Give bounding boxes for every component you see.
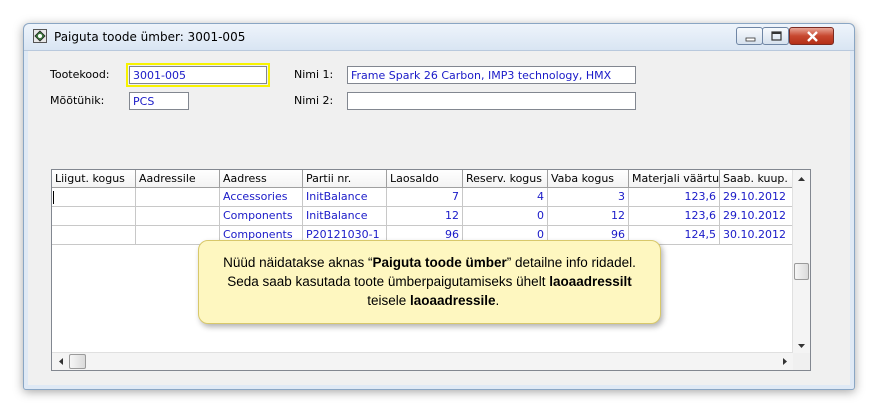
scroll-down-icon[interactable]	[793, 337, 810, 354]
kuup-cell: 29.10.2012	[720, 188, 794, 207]
vertical-scrollbar[interactable]	[792, 170, 810, 354]
col-partii-nr[interactable]: Partii nr.	[303, 170, 387, 188]
col-liigut-kogus[interactable]: Liigut. kogus	[52, 170, 136, 188]
nimi2-label: Nimi 2:	[294, 94, 334, 107]
minimize-icon	[745, 37, 756, 42]
horizontal-scroll-thumb[interactable]	[69, 354, 86, 369]
scroll-right-icon[interactable]	[776, 353, 793, 370]
col-materjali-vaartus[interactable]: Materjali väärtus	[629, 170, 720, 188]
vaartus-cell: 123,6	[629, 188, 720, 207]
col-vaba-kogus[interactable]: Vaba kogus	[548, 170, 629, 188]
title-bar[interactable]: Paiguta toode ümber: 3001-005	[24, 24, 854, 51]
callout-bold-source: laoaadressilt	[549, 274, 632, 289]
vertical-scroll-thumb[interactable]	[794, 263, 809, 280]
nimi2-field[interactable]	[347, 92, 636, 110]
table-row[interactable]: Accessories InitBalance 7 4 3 123,6 29.1…	[52, 188, 794, 207]
callout-bold-target: laoaadressile	[409, 293, 496, 308]
callout-bold-window-name: Paiguta toode ümber	[372, 255, 507, 270]
aadress-cell: Accessories	[220, 188, 303, 207]
nimi1-field[interactable]: Frame Spark 26 Carbon, IMP3 technology, …	[347, 66, 636, 84]
text-caret	[53, 191, 54, 204]
app-icon	[33, 29, 47, 43]
scroll-left-icon[interactable]	[52, 353, 69, 370]
vaba-cell: 3	[548, 188, 629, 207]
liigut-kogus-cell[interactable]	[52, 188, 136, 207]
liigut-kogus-cell[interactable]	[52, 207, 136, 226]
mootuhik-label: Mõõtühik:	[50, 94, 105, 107]
vaba-cell: 12	[548, 207, 629, 226]
minimize-button[interactable]	[736, 27, 763, 45]
aadress-cell: Components	[220, 207, 303, 226]
dialog-content: Tootekood: 3001-005 Mõõtühik: PCS Nimi 1…	[30, 51, 848, 383]
kuup-cell: 29.10.2012	[720, 207, 794, 226]
maximize-button[interactable]	[762, 27, 789, 45]
col-laosaldo[interactable]: Laosaldo	[387, 170, 463, 188]
liigut-kogus-cell[interactable]	[52, 226, 136, 245]
col-reserv-kogus[interactable]: Reserv. kogus	[463, 170, 548, 188]
scroll-corner	[793, 353, 810, 370]
tootekood-label: Tootekood:	[50, 68, 110, 81]
window-title: Paiguta toode ümber: 3001-005	[54, 30, 246, 44]
horizontal-scrollbar[interactable]	[52, 352, 793, 370]
col-aadress[interactable]: Aadress	[220, 170, 303, 188]
kuup-cell: 30.10.2012	[720, 226, 794, 245]
reserv-cell: 4	[463, 188, 548, 207]
col-saab-kuup[interactable]: Saab. kuup.	[720, 170, 794, 188]
maximize-icon	[771, 31, 782, 41]
aadressile-cell[interactable]	[136, 207, 220, 226]
scroll-up-icon[interactable]	[793, 170, 810, 187]
tootekood-field[interactable]: 3001-005	[126, 63, 270, 87]
aadressile-cell[interactable]	[136, 188, 220, 207]
partii-cell: InitBalance	[303, 188, 387, 207]
col-aadressile[interactable]: Aadressile	[136, 170, 220, 188]
laosaldo-cell: 7	[387, 188, 463, 207]
reserv-cell: 0	[463, 207, 548, 226]
mootuhik-field[interactable]: PCS	[129, 92, 189, 110]
table-row[interactable]: Components InitBalance 12 0 12 123,6 29.…	[52, 207, 794, 226]
vaartus-cell: 123,6	[629, 207, 720, 226]
callout-text: teisele	[359, 293, 410, 308]
callout-text: .	[495, 293, 500, 308]
callout-text: Nüüd näidatakse aknas “	[223, 255, 373, 270]
close-button[interactable]	[789, 27, 834, 45]
partii-cell: InitBalance	[303, 207, 387, 226]
dialog-window: Paiguta toode ümber: 3001-005 Tootekood:…	[23, 23, 855, 390]
grid-header: Liigut. kogus Aadressile Aadress Partii …	[52, 170, 794, 188]
nimi1-label: Nimi 1:	[294, 68, 334, 81]
close-icon	[807, 31, 818, 42]
tooltip-callout: Nüüd näidatakse aknas “Paiguta toode ümb…	[198, 240, 661, 324]
laosaldo-cell: 12	[387, 207, 463, 226]
